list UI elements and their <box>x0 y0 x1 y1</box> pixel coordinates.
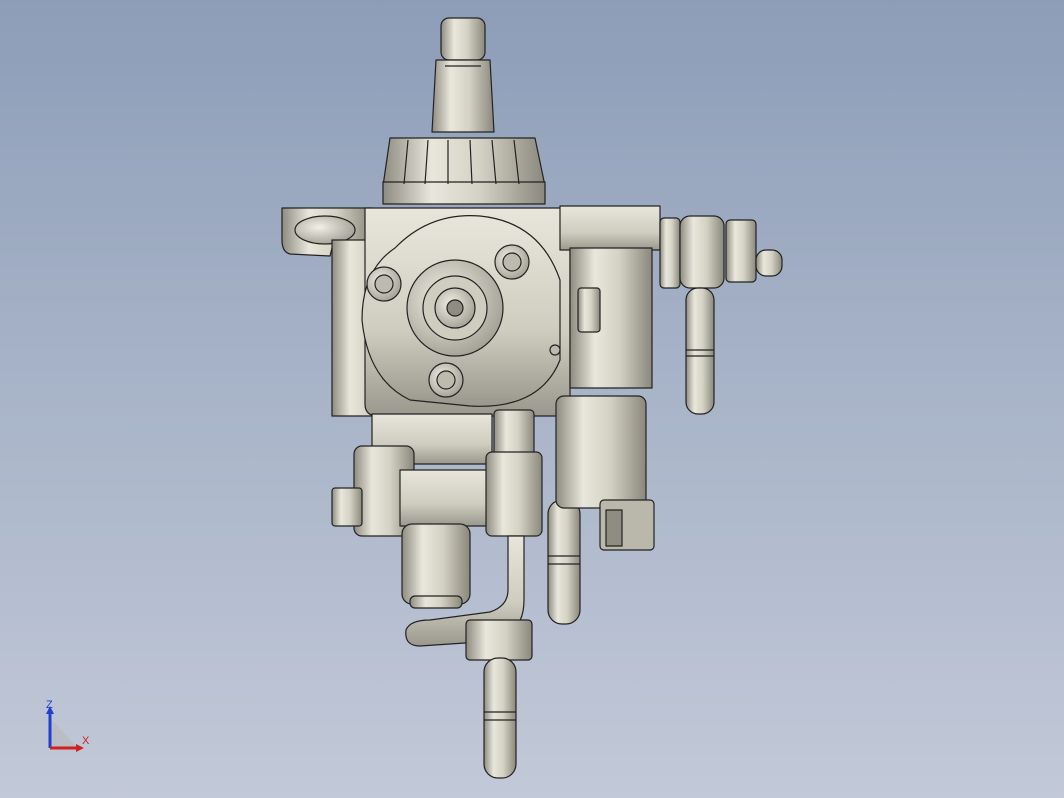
z-axis-label: Z <box>46 699 53 711</box>
lower-body <box>331 413 511 609</box>
x-axis-label: X <box>82 735 90 747</box>
fuel-pump-model[interactable] <box>0 0 1064 798</box>
right-fitting <box>679 215 783 415</box>
top-collar <box>382 137 546 205</box>
drive-shaft <box>431 17 495 133</box>
lower-nipple-right <box>547 499 581 625</box>
graphics-viewport[interactable]: Z X <box>0 0 1064 798</box>
lower-nipple-center <box>465 619 533 779</box>
